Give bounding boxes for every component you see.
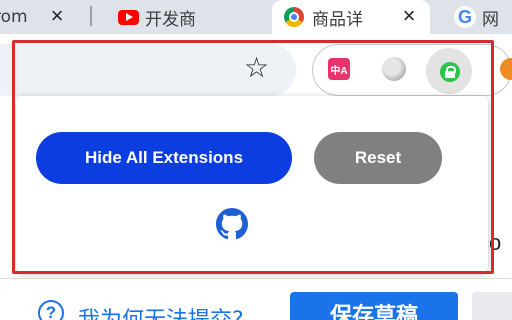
youtube-icon [118,9,139,25]
tab-label: rom [0,7,28,27]
help-icon[interactable]: ? [38,300,64,320]
chrome-icon [284,7,304,27]
secondary-button[interactable] [472,292,512,320]
close-icon[interactable]: × [46,5,68,27]
help-link[interactable]: 我为何无法提交? [78,302,244,320]
tab-strip: rom × 开发商 商品详 × G 网 [0,0,512,34]
tab-chrome-webstore[interactable]: rom × [0,0,63,34]
close-icon[interactable]: × [398,5,420,27]
tab-divider [90,6,92,26]
tab-developer[interactable]: 开发商 [118,0,196,34]
google-icon: G [454,6,476,28]
tab-label: 网 [482,9,499,30]
highlight-box [12,40,494,274]
save-draft-button[interactable]: 保存草稿 [290,292,458,320]
tab-product-detail[interactable]: 商品详 × [272,0,430,34]
tab-label: 开发商 [145,9,196,30]
divider [0,278,512,279]
tab-label: 商品详 [312,9,363,30]
tab-google[interactable]: G 网 [454,0,499,34]
